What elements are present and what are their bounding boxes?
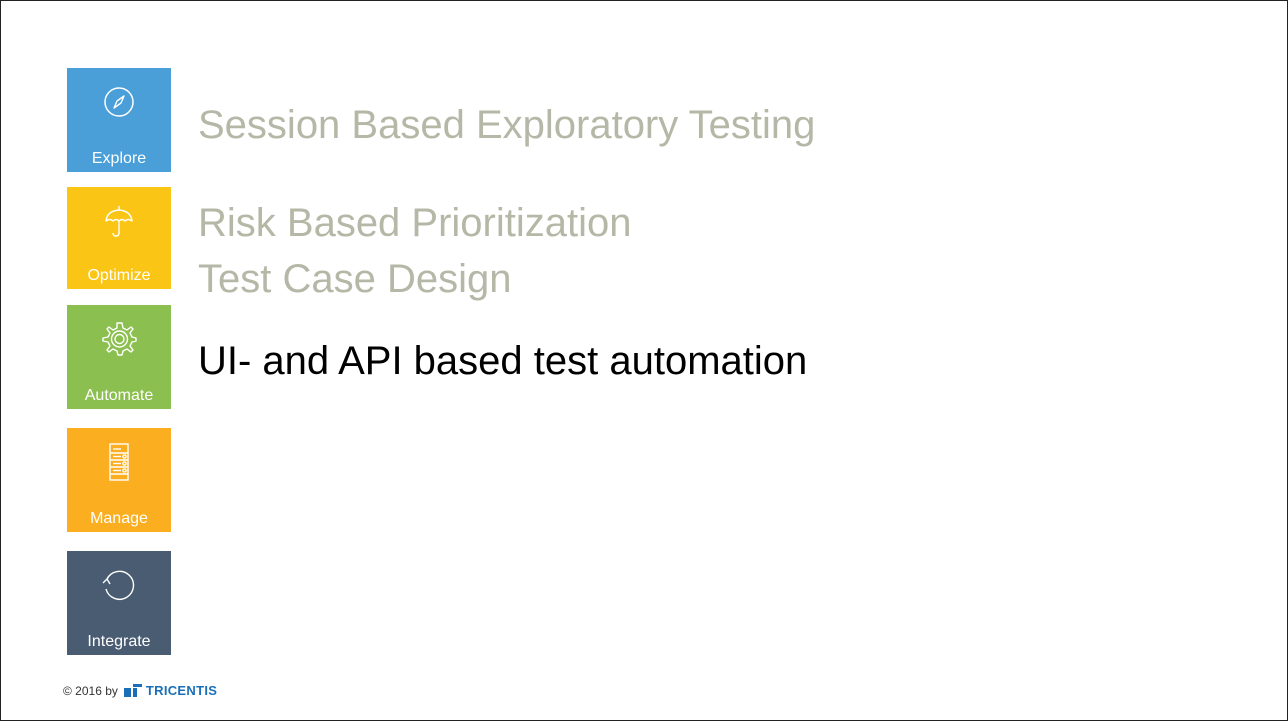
tile-label: Explore [91,150,147,167]
content-line-exploratory: Session Based Exploratory Testing [198,103,816,147]
umbrella-icon [67,201,171,241]
tile-optimize[interactable]: Optimize [67,187,171,289]
content-line-test-automation: UI- and API based test automation [198,339,808,383]
cycle-arrow-icon [67,565,171,605]
tile-manage[interactable]: Manage [67,428,171,532]
copyright-text: © 2016 by [63,683,118,698]
tile-label: Automate [84,387,154,404]
tricentis-logo-icon [123,684,142,697]
tricentis-logo: TRICENTIS [123,683,218,698]
tile-explore[interactable]: Explore [67,68,171,172]
compass-icon [67,82,171,122]
brand-name: TRICENTIS [145,683,218,698]
tile-label: Integrate [87,633,151,650]
tile-label: Optimize [87,267,151,284]
tile-automate[interactable]: Automate [67,305,171,409]
content-line-risk-prioritization: Risk Based Prioritization [198,201,632,245]
footer: © 2016 by TRICENTIS [63,683,217,698]
slide: Explore Optimize Automate Manage Integra… [0,0,1288,721]
tile-label: Manage [90,510,148,527]
server-list-icon [67,442,171,482]
tile-integrate[interactable]: Integrate [67,551,171,655]
gear-icon [67,319,171,359]
content-line-test-case-design: Test Case Design [198,257,512,301]
